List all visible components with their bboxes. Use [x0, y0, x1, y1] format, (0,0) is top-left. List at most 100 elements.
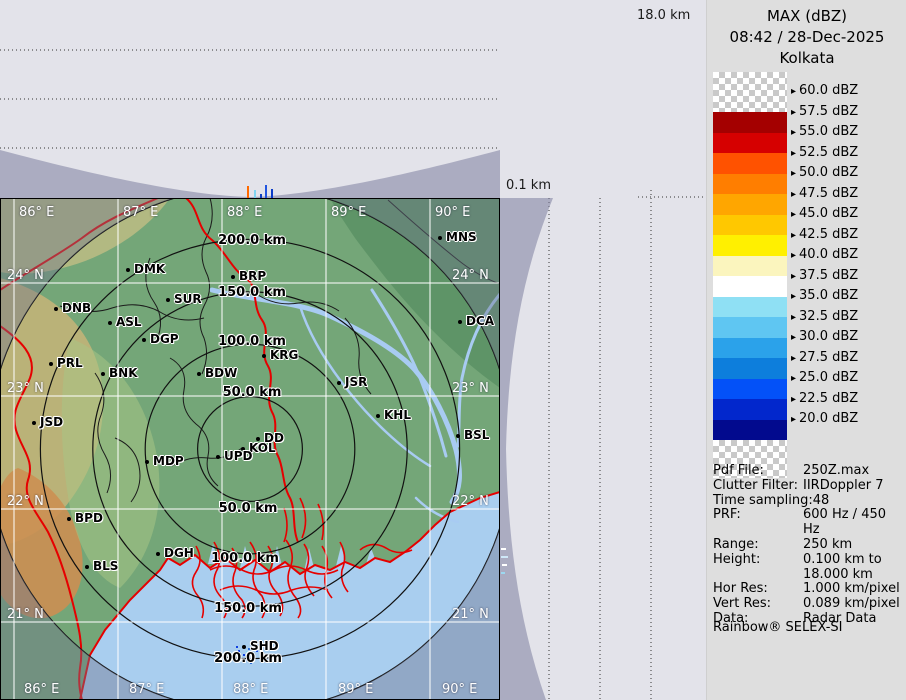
metadata-row: Hor Res:1.000 km/pixel: [713, 582, 905, 597]
radar-application-window: 18.0 km 0.1 km: [0, 0, 906, 700]
dbz-value: 60.0 dBZ: [799, 83, 858, 98]
dbz-value: 30.0 dBZ: [799, 329, 858, 344]
metadata-row: Pdf File:250Z.max: [713, 464, 905, 479]
colorband: [713, 399, 787, 420]
metadata-row: Clutter Filter:IIRDoppler 7: [713, 479, 905, 494]
tick-arrow-icon: ▸: [791, 148, 796, 159]
metadata-row: Time sampling:48: [713, 494, 905, 509]
tick-arrow-icon: ▸: [791, 332, 796, 343]
scale-tick-label: ▸37.5 dBZ: [791, 268, 858, 283]
metadata-value: 48: [813, 494, 830, 509]
colorband-above-max: [713, 72, 787, 112]
dbz-value: 42.5 dBZ: [799, 227, 858, 242]
height-profile-right-panel[interactable]: [500, 198, 706, 700]
tick-arrow-icon: ▸: [791, 373, 796, 384]
earth-curvature-blind-zone: [500, 198, 553, 700]
dbz-value: 57.5 dBZ: [799, 104, 858, 119]
metadata-value: 600 Hz / 450 Hz: [803, 508, 905, 538]
metadata-label: Pdf File:: [713, 464, 803, 479]
dbz-value: 20.0 dBZ: [799, 411, 858, 426]
dbz-value: 22.5 dBZ: [799, 391, 858, 406]
scale-tick-label: ▸57.5 dBZ: [791, 104, 858, 119]
metadata-value: 0.089 km/pixel: [803, 597, 900, 612]
product-name: MAX (dBZ): [707, 6, 906, 27]
metadata-label: Clutter Filter:: [713, 479, 803, 494]
scale-tick-label: ▸25.0 dBZ: [791, 370, 858, 385]
tick-arrow-icon: ▸: [791, 209, 796, 220]
scale-tick-label: ▸20.0 dBZ: [791, 411, 858, 426]
dbz-value: 52.5 dBZ: [799, 145, 858, 160]
height-gridlines: [549, 198, 651, 700]
colorband: [713, 194, 787, 215]
tick-arrow-icon: ▸: [791, 291, 796, 302]
dbz-value: 37.5 dBZ: [799, 268, 858, 283]
metadata-label: Time sampling:: [713, 494, 813, 509]
tick-arrow-icon: ▸: [791, 250, 796, 261]
metadata-label: Range:: [713, 538, 803, 553]
corner-axis-ticks: [638, 190, 706, 198]
tick-arrow-icon: ▸: [791, 312, 796, 323]
colorband: [713, 276, 787, 297]
height-axis-corner: 18.0 km 0.1 km: [500, 0, 706, 198]
scale-tick-label: ▸52.5 dBZ: [791, 145, 858, 160]
metadata-value: 250 km: [803, 538, 852, 553]
scale-tick-label: ▸30.0 dBZ: [791, 329, 858, 344]
dbz-value: 25.0 dBZ: [799, 370, 858, 385]
software-brand: Rainbow® SELEX-SI: [713, 620, 843, 635]
colorbar: [713, 72, 787, 478]
metadata-value: 250Z.max: [803, 464, 869, 479]
colorband: [713, 133, 787, 154]
tick-arrow-icon: ▸: [791, 394, 796, 405]
tick-arrow-icon: ▸: [791, 230, 796, 241]
scale-tick-label: ▸40.0 dBZ: [791, 247, 858, 262]
colorband: [713, 112, 787, 133]
product-metadata: Pdf File:250Z.maxClutter Filter:IIRDoppl…: [713, 464, 905, 627]
colorband: [713, 379, 787, 400]
colorband: [713, 235, 787, 256]
tick-arrow-icon: ▸: [791, 127, 796, 138]
scale-tick-label: ▸45.0 dBZ: [791, 206, 858, 221]
dbz-value: 50.0 dBZ: [799, 165, 858, 180]
colorband: [713, 358, 787, 379]
tick-arrow-icon: ▸: [791, 189, 796, 200]
height-gridlines: [0, 50, 500, 148]
dbz-value: 35.0 dBZ: [799, 288, 858, 303]
metadata-value: 0.100 km to 18.000 km: [803, 553, 882, 583]
colorband: [713, 215, 787, 236]
tick-arrow-icon: ▸: [791, 271, 796, 282]
scale-tick-label: ▸27.5 dBZ: [791, 350, 858, 365]
tick-arrow-icon: ▸: [791, 86, 796, 97]
metadata-label: PRF:: [713, 508, 803, 538]
dbz-value: 32.5 dBZ: [799, 309, 858, 324]
station-name: Kolkata: [707, 48, 906, 69]
radar-echo-marks: [247, 185, 273, 198]
earth-curvature-blind-zone: [0, 150, 500, 198]
colorband: [713, 256, 787, 277]
colorband: [713, 338, 787, 359]
scale-tick-label: ▸35.0 dBZ: [791, 288, 858, 303]
scale-tick-label: ▸50.0 dBZ: [791, 165, 858, 180]
metadata-label: Vert Res:: [713, 597, 803, 612]
tick-arrow-icon: ▸: [791, 414, 796, 425]
metadata-row: Vert Res:0.089 km/pixel: [713, 597, 905, 612]
radar-map[interactable]: 86° E86° E87° E87° E88° E88° E89° E89° E…: [0, 198, 500, 700]
scale-tick-label: ▸47.5 dBZ: [791, 186, 858, 201]
height-profile-top-panel[interactable]: [0, 0, 500, 198]
metadata-value: 1.000 km/pixel: [803, 582, 900, 597]
metadata-label: Height:: [713, 553, 803, 583]
dbz-color-scale: ▸60.0 dBZ▸57.5 dBZ▸55.0 dBZ▸52.5 dBZ▸50.…: [713, 72, 903, 464]
tick-arrow-icon: ▸: [791, 353, 796, 364]
legend-title: MAX (dBZ) 08:42 / 28-Dec-2025 Kolkata: [707, 6, 906, 69]
metadata-row: Range:250 km: [713, 538, 905, 553]
dbz-value: 47.5 dBZ: [799, 186, 858, 201]
metadata-value: IIRDoppler 7: [803, 479, 884, 494]
colorband: [713, 420, 787, 441]
scale-tick-label: ▸60.0 dBZ: [791, 83, 858, 98]
dbz-value: 45.0 dBZ: [799, 206, 858, 221]
colorband: [713, 153, 787, 174]
dbz-value: 40.0 dBZ: [799, 247, 858, 262]
metadata-row: Height:0.100 km to 18.000 km: [713, 553, 905, 583]
metadata-label: Hor Res:: [713, 582, 803, 597]
scan-datetime: 08:42 / 28-Dec-2025: [707, 27, 906, 48]
colorband: [713, 174, 787, 195]
